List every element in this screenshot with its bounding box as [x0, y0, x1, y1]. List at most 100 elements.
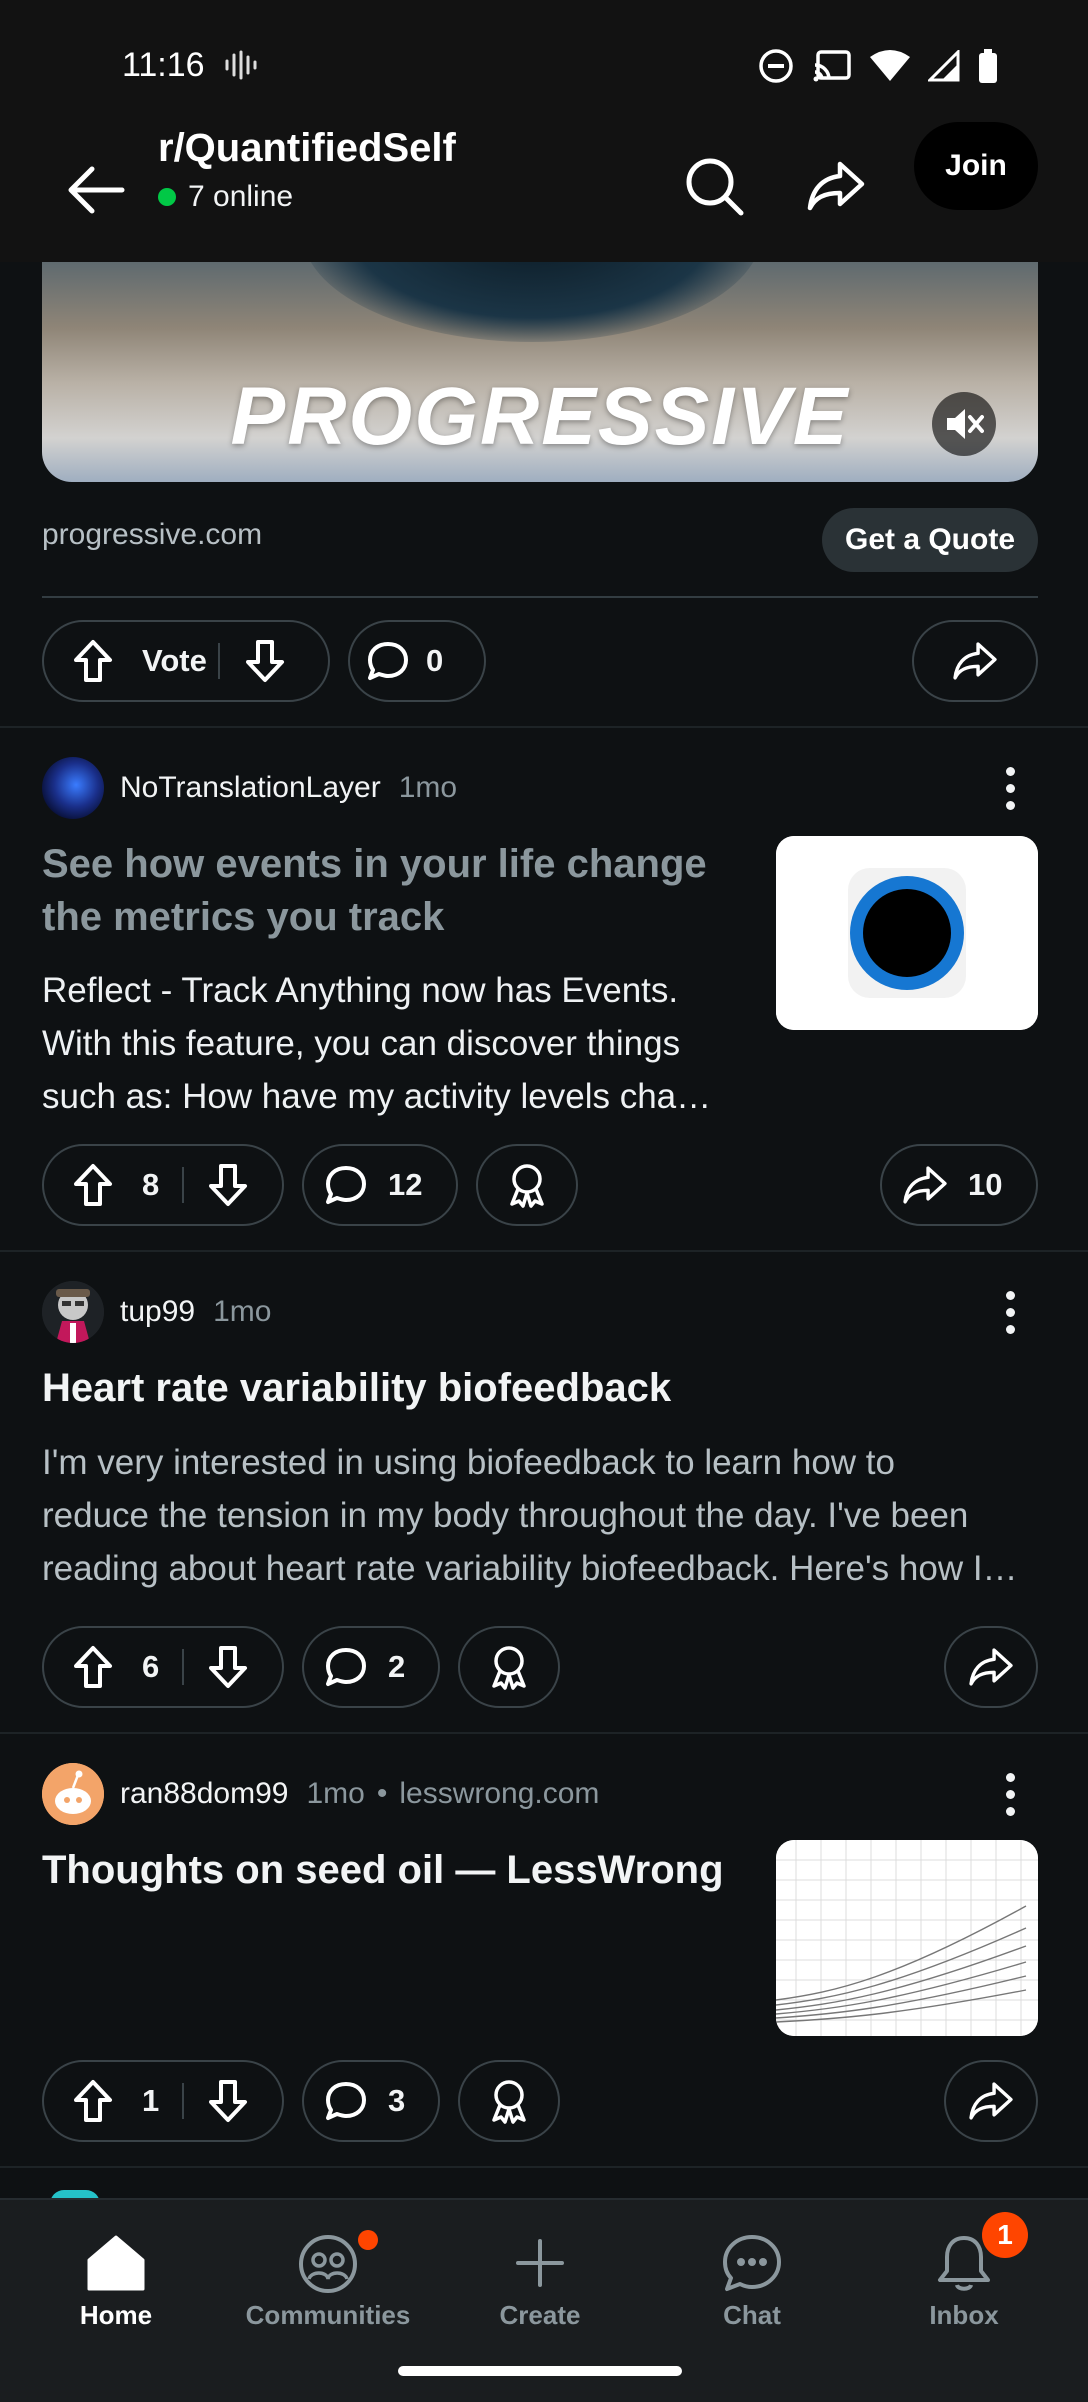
upvote-button[interactable]	[44, 2079, 142, 2123]
ad-domain[interactable]: progressive.com	[42, 518, 262, 552]
downvote-icon	[209, 1646, 247, 1688]
back-button[interactable]	[56, 150, 136, 230]
downvote-icon	[246, 640, 284, 682]
tab-label: Communities	[245, 2300, 411, 2330]
downvote-button[interactable]	[184, 1645, 272, 1689]
share-icon	[882, 1165, 968, 1205]
upvote-icon	[74, 1164, 112, 1206]
comment-icon	[350, 641, 426, 681]
tab-home[interactable]: Home	[16, 2226, 216, 2331]
downvote-icon	[209, 2080, 247, 2122]
author-name[interactable]: NoTranslationLayer	[120, 771, 381, 804]
downvote-button[interactable]	[184, 2079, 272, 2123]
subreddit-header: r/QuantifiedSelf 7 online Join	[0, 120, 1088, 262]
vote-count: 8	[142, 1167, 160, 1202]
wifi-icon	[870, 50, 910, 81]
post-title[interactable]: Heart rate variability biofeedback	[42, 1362, 1038, 1415]
post-author[interactable]: NoTranslationLayer 1mo	[120, 771, 457, 805]
ad-comments-button[interactable]: 0	[348, 620, 486, 702]
upvote-button[interactable]	[44, 639, 142, 683]
comment-count: 2	[388, 1649, 406, 1684]
comment-icon	[304, 1165, 388, 1205]
post-author[interactable]: ran88dom99 1mo • lesswrong.com	[120, 1777, 599, 1811]
vote-count: 1	[142, 2083, 160, 2118]
author-name[interactable]: ran88dom99	[120, 1777, 288, 1810]
inbox-badge: 1	[982, 2212, 1028, 2258]
chat-icon	[652, 2226, 852, 2300]
post-title[interactable]: Thoughts on seed oil — LessWrong	[42, 1844, 762, 1897]
search-icon	[686, 158, 744, 216]
tab-label: Inbox	[929, 2300, 999, 2330]
mute-icon	[947, 409, 984, 439]
downvote-icon	[209, 1164, 247, 1206]
post-author[interactable]: tup99 1mo	[120, 1295, 271, 1329]
avatar[interactable]	[42, 1763, 104, 1825]
share-subreddit-button[interactable]	[798, 148, 874, 224]
ad-divider	[42, 596, 1038, 598]
tab-communities[interactable]: Communities	[228, 2226, 428, 2331]
tab-chat[interactable]: Chat	[652, 2226, 852, 2331]
upvote-button[interactable]	[44, 1163, 142, 1207]
post-body[interactable]: Reflect - Track Anything now has Events.…	[42, 964, 762, 1123]
comment-icon	[304, 2081, 388, 2121]
comments-button[interactable]: 3	[302, 2060, 440, 2142]
share-button[interactable]: 10	[880, 1144, 1038, 1226]
tab-create[interactable]: Create	[440, 2226, 640, 2331]
comment-count: 12	[388, 1167, 423, 1202]
post-divider	[0, 726, 1088, 728]
post-age: 1mo	[306, 1777, 365, 1810]
post-body[interactable]: I'm very interested in using biofeedback…	[42, 1436, 1042, 1595]
notification-dot	[358, 2230, 378, 2250]
join-button[interactable]: Join	[914, 122, 1038, 210]
comment-icon	[304, 1647, 388, 1687]
home-indicator[interactable]	[398, 2366, 682, 2376]
post-thumbnail[interactable]	[776, 836, 1038, 1030]
post-title[interactable]: See how events in your life change the m…	[42, 838, 742, 944]
get-quote-button[interactable]: Get a Quote	[822, 508, 1038, 572]
online-count: 7 online	[158, 180, 293, 214]
share-button[interactable]	[944, 1626, 1038, 1708]
downvote-button[interactable]	[184, 1163, 272, 1207]
award-button[interactable]	[458, 1626, 560, 1708]
share-icon	[969, 2082, 1013, 2120]
dot-separator: •	[376, 1777, 388, 1810]
upvote-button[interactable]	[44, 1645, 142, 1689]
downvote-button[interactable]	[220, 639, 310, 683]
award-button[interactable]	[458, 2060, 560, 2142]
post-age: 1mo	[398, 771, 458, 804]
tab-label: Create	[499, 2300, 581, 2330]
signal-icon	[928, 50, 960, 82]
mute-button[interactable]	[932, 392, 996, 456]
upvote-icon	[74, 2080, 112, 2122]
status-time: 11:16	[122, 46, 205, 84]
more-options-button[interactable]	[992, 1282, 1028, 1342]
post-domain[interactable]: lesswrong.com	[399, 1777, 599, 1810]
award-icon	[492, 1646, 526, 1690]
share-icon	[807, 161, 865, 211]
post-divider	[0, 1732, 1088, 1734]
upvote-icon	[74, 640, 112, 682]
ad-logo-text: PROGRESSIVE	[230, 371, 850, 462]
search-button[interactable]	[676, 148, 752, 224]
ad-share-button[interactable]	[912, 620, 1038, 702]
online-label: 7 online	[188, 180, 294, 213]
subreddit-name[interactable]: r/QuantifiedSelf	[158, 126, 456, 171]
award-icon	[492, 2080, 526, 2124]
author-name[interactable]: tup99	[120, 1295, 195, 1328]
avatar[interactable]	[42, 757, 104, 819]
share-button[interactable]	[944, 2060, 1038, 2142]
ad-image[interactable]: PROGRESSIVE	[42, 262, 1038, 482]
avatar[interactable]	[42, 1281, 104, 1343]
more-options-button[interactable]	[992, 758, 1028, 818]
vote-count: 6	[142, 1649, 160, 1684]
bell-icon: 1	[864, 2212, 1064, 2300]
tab-inbox[interactable]: 1 Inbox	[864, 2212, 1064, 2331]
post-divider	[0, 1250, 1088, 1252]
more-options-button[interactable]	[992, 1764, 1028, 1824]
comments-button[interactable]: 12	[302, 1144, 458, 1226]
online-dot-icon	[158, 188, 176, 206]
comments-button[interactable]: 2	[302, 1626, 440, 1708]
post-thumbnail[interactable]	[776, 1840, 1038, 2036]
tab-label: Chat	[723, 2300, 781, 2330]
award-button[interactable]	[476, 1144, 578, 1226]
